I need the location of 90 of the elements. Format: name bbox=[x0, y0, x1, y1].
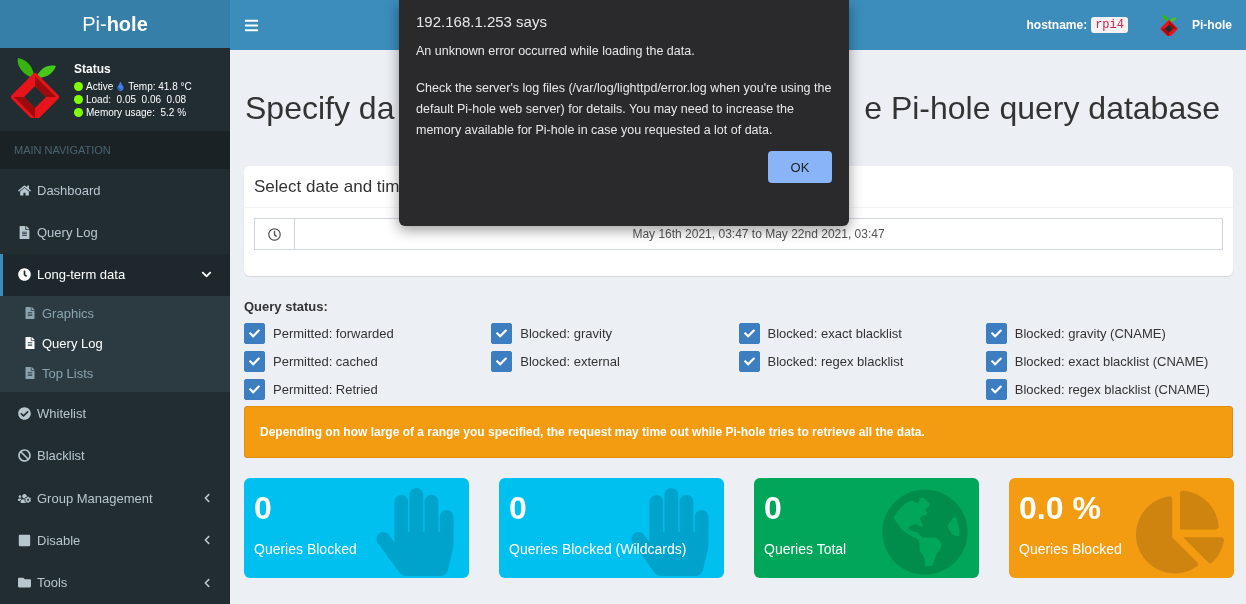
query-status-label: Query status: bbox=[244, 299, 329, 314]
checkbox[interactable] bbox=[738, 350, 760, 372]
status-dot bbox=[74, 95, 83, 105]
checkbox-label: Blocked: gravity (CNAME) bbox=[1014, 325, 1166, 341]
stat-value: 0 bbox=[509, 490, 527, 527]
nav-header: MAIN NAVIGATION bbox=[0, 130, 230, 170]
checkbox[interactable] bbox=[738, 322, 760, 344]
submenu-item[interactable]: Query Log bbox=[0, 328, 230, 359]
status-dot bbox=[74, 108, 83, 118]
checkbox[interactable] bbox=[244, 350, 265, 372]
status-text: Load: 0.05 0.06 0.08 bbox=[86, 94, 187, 106]
users-gear-icon bbox=[18, 491, 31, 505]
checkbox[interactable] bbox=[491, 322, 513, 344]
raspberry-logo bbox=[10, 56, 60, 119]
checkbox-label: Blocked: external bbox=[520, 353, 620, 369]
document-icon bbox=[24, 307, 36, 320]
checkbox-label: Permitted: cached bbox=[273, 353, 378, 369]
home-icon bbox=[18, 183, 31, 197]
check-icon bbox=[249, 355, 260, 367]
card-title: Select date and tim bbox=[254, 176, 400, 197]
status-text: Memory usage: 5.2 % bbox=[86, 107, 187, 119]
check-icon bbox=[249, 383, 260, 395]
document-icon bbox=[24, 367, 36, 380]
stat-value: 0 bbox=[764, 490, 782, 527]
stat-label: Queries Blocked bbox=[1019, 541, 1123, 557]
hostname-code: rpi4 bbox=[1091, 17, 1128, 33]
pie-chart-icon bbox=[1136, 488, 1224, 576]
folder-icon bbox=[18, 576, 31, 590]
submenu-item[interactable]: Graphics bbox=[0, 298, 230, 329]
check-icon bbox=[990, 383, 1002, 395]
checkbox-label: Permitted: Retried bbox=[273, 381, 378, 397]
clock-icon bbox=[18, 268, 31, 282]
stat-value: 0.0 % bbox=[1019, 490, 1101, 527]
raspberry-logo bbox=[1160, 13, 1178, 37]
checkbox-label: Blocked: regex blacklist (CNAME) bbox=[1014, 381, 1210, 397]
warning-alert: Depending on how large of a range you specified, the request may time out while Pi-hole tries to retrieve all the data. bbox=[244, 406, 1233, 458]
sidebar-item[interactable]: Whitelist bbox=[0, 392, 230, 435]
checkbox-label: Blocked: exact blacklist bbox=[767, 325, 902, 341]
stat-label: Queries Total bbox=[764, 541, 848, 557]
sidebar-item[interactable]: Tools bbox=[0, 561, 230, 604]
stat-label: Queries Blocked (Wildcards) bbox=[509, 541, 688, 557]
sidebar-item[interactable]: Blacklist bbox=[0, 434, 230, 477]
chevron-left-icon bbox=[202, 493, 212, 504]
checkbox[interactable] bbox=[244, 378, 265, 400]
sidebar-item[interactable]: Group Management bbox=[0, 476, 230, 520]
check-icon bbox=[496, 355, 508, 367]
status-text: Active bbox=[86, 81, 114, 93]
stat-value: 0 bbox=[254, 490, 272, 527]
brand-logo-text[interactable]: Pi-hole bbox=[0, 0, 230, 49]
checkbox[interactable] bbox=[985, 322, 1007, 344]
check-icon bbox=[743, 327, 755, 339]
ok-button[interactable]: OK bbox=[768, 151, 832, 183]
checkbox-label: Blocked: exact blacklist (CNAME) bbox=[1014, 353, 1209, 369]
temperature-text: Temp: 41.8 °C bbox=[128, 81, 192, 93]
chevron-left-icon bbox=[202, 535, 212, 546]
chevron-left-icon bbox=[202, 577, 212, 588]
page-title: Specify da bbox=[245, 89, 395, 127]
sidebar-item[interactable]: Query Log bbox=[0, 211, 230, 254]
check-icon bbox=[496, 327, 508, 339]
checkbox-label: Blocked: gravity bbox=[520, 325, 612, 341]
document-icon bbox=[18, 226, 31, 240]
dialog-message: An unknown error occurred while loading the data. bbox=[416, 43, 696, 60]
status-title: Status bbox=[74, 62, 112, 77]
sidebar-item[interactable]: Long-term data bbox=[0, 253, 230, 297]
checkbox[interactable] bbox=[491, 350, 513, 372]
check-icon bbox=[249, 327, 260, 339]
checkbox[interactable] bbox=[985, 378, 1007, 400]
ban-icon bbox=[18, 449, 31, 463]
globe-icon bbox=[881, 488, 969, 576]
sidebar-item[interactable]: Dashboard bbox=[0, 169, 230, 212]
user-menu[interactable]: Pi-hole bbox=[1192, 18, 1232, 32]
dialog-message: Check the server's log files (/var/log/lighttpd/error.log when you're using the default Pi-hole web server) for details. You may need to increase the memory available for Pi-hole in case you requested a lot of data. bbox=[416, 80, 832, 139]
checkbox-label: Permitted: forwarded bbox=[273, 325, 394, 341]
submenu-item[interactable]: Top Lists bbox=[0, 358, 230, 389]
hostname-label: hostname: bbox=[1026, 18, 1088, 32]
clock-icon bbox=[268, 227, 281, 241]
drop-icon bbox=[116, 82, 126, 92]
status-dot bbox=[74, 82, 83, 92]
checkbox-label: Blocked: regex blacklist bbox=[767, 353, 904, 369]
checkbox[interactable] bbox=[985, 350, 1007, 372]
document-icon bbox=[24, 337, 36, 350]
menu-icon[interactable] bbox=[244, 17, 259, 33]
check-icon bbox=[990, 355, 1002, 367]
page-title: e Pi-hole query database bbox=[864, 89, 1220, 127]
check-icon bbox=[743, 355, 755, 367]
check-icon bbox=[990, 327, 1002, 339]
stat-label: Queries Blocked bbox=[254, 541, 358, 557]
sidebar-item[interactable]: Disable bbox=[0, 519, 230, 562]
checkbox[interactable] bbox=[244, 322, 265, 344]
dialog-title: 192.168.1.253 says bbox=[416, 13, 548, 30]
